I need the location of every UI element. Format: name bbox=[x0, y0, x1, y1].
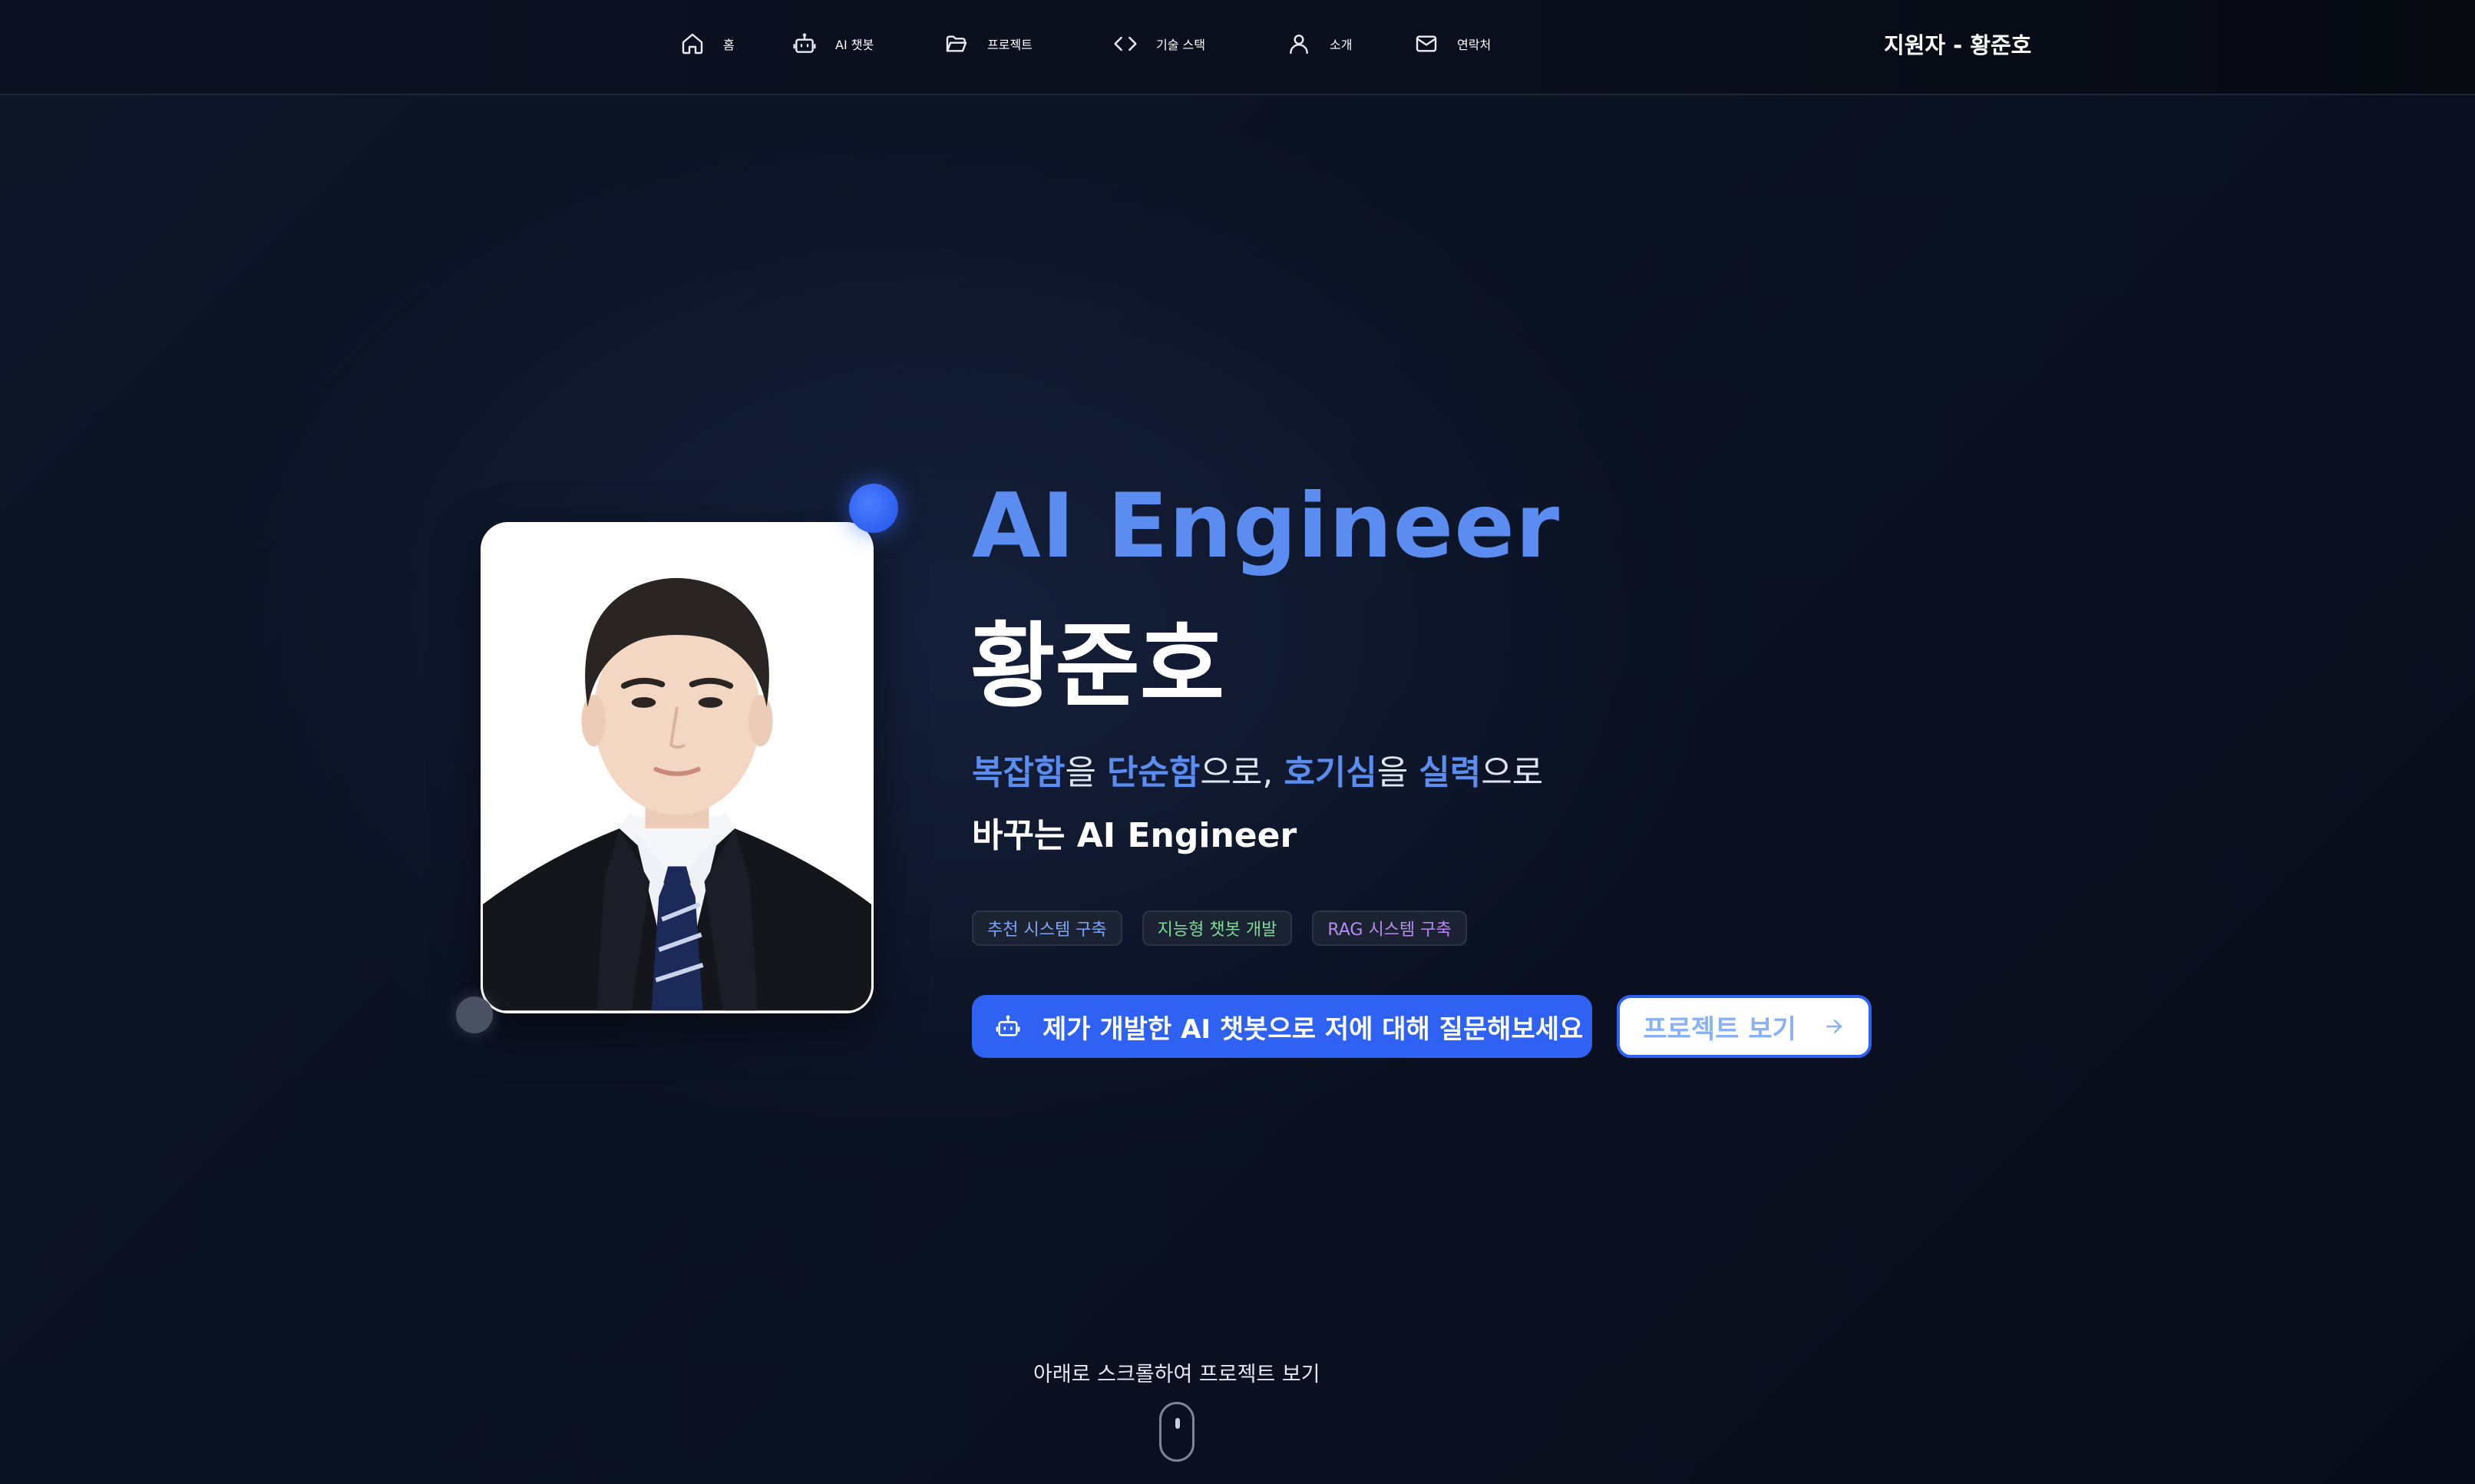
nav-item-tech-stack[interactable]: 기술 스택 bbox=[1113, 28, 1205, 59]
bot-icon bbox=[995, 1013, 1021, 1039]
nav-item-label: 소개 bbox=[1330, 38, 1353, 52]
tagline-segment: 단순함 bbox=[1106, 753, 1201, 792]
nav-item-label: 연락처 bbox=[1457, 38, 1492, 52]
skill-chip: 추천 시스템 구축 bbox=[972, 911, 1122, 946]
hero-name: 황준호 bbox=[970, 613, 1225, 720]
decorative-grey-dot bbox=[456, 996, 493, 1033]
scroll-mouse-icon[interactable] bbox=[1159, 1402, 1195, 1462]
nav-item-projects[interactable]: 프로젝트 bbox=[944, 28, 1033, 59]
view-projects-button-label: 프로젝트 보기 bbox=[1643, 1013, 1796, 1045]
user-icon bbox=[1287, 31, 1311, 56]
folder-open-icon bbox=[944, 31, 969, 56]
decorative-blue-dot bbox=[849, 484, 898, 533]
top-navigation-bar: 홈 AI 챗봇 프로젝트 기술 스택 소개 연락처 지원자 - 황준호 bbox=[0, 0, 2475, 95]
view-projects-button[interactable]: 프로젝트 보기 bbox=[1617, 995, 1872, 1058]
hero-tagline-line1: 복잡함을 단순함으로, 호기심을 실력으로 bbox=[972, 745, 1543, 794]
mouse-wheel bbox=[1175, 1418, 1180, 1429]
tagline-segment: 복잡함 bbox=[972, 753, 1066, 792]
ask-chatbot-button-label: 제가 개발한 AI 챗봇으로 저에 대해 질문해보세요 bbox=[1043, 1013, 1584, 1045]
tagline-segment: 실력 bbox=[1419, 753, 1482, 792]
arrow-right-icon bbox=[1822, 1015, 1846, 1038]
skill-chips: 추천 시스템 구축 지능형 챗봇 개발 RAG 시스템 구축 bbox=[972, 911, 1467, 946]
nav-item-about[interactable]: 소개 bbox=[1287, 28, 1352, 59]
tagline-segment: 을 bbox=[1065, 753, 1107, 792]
skill-chip: 지능형 챗봇 개발 bbox=[1142, 911, 1293, 946]
profile-photo bbox=[481, 522, 874, 1013]
portrait-image bbox=[483, 524, 871, 1011]
hero-title: AI Engineer bbox=[972, 474, 1561, 578]
code-icon bbox=[1113, 31, 1138, 56]
tagline-segment: 으로, bbox=[1200, 753, 1284, 792]
tagline-segment: 을 bbox=[1376, 753, 1419, 792]
nav-item-label: 기술 스택 bbox=[1156, 38, 1205, 52]
nav-item-label: AI 챗봇 bbox=[835, 38, 874, 52]
skill-chip: RAG 시스템 구축 bbox=[1312, 911, 1467, 946]
hero-tagline-line2: 바꾸는 AI Engineer bbox=[972, 816, 1297, 855]
tagline-segment: 으로 bbox=[1481, 753, 1544, 792]
mail-icon bbox=[1414, 31, 1439, 56]
nav-item-ai-chatbot[interactable]: AI 챗봇 bbox=[792, 28, 874, 59]
tagline-segment: 호기심 bbox=[1284, 753, 1377, 792]
nav-item-label: 홈 bbox=[723, 38, 735, 52]
nav-item-home[interactable]: 홈 bbox=[680, 28, 735, 59]
nav-item-contact[interactable]: 연락처 bbox=[1414, 28, 1491, 59]
bot-icon bbox=[792, 31, 817, 56]
ask-chatbot-button[interactable]: 제가 개발한 AI 챗봇으로 저에 대해 질문해보세요 bbox=[972, 995, 1592, 1058]
nav-item-label: 프로젝트 bbox=[987, 38, 1033, 52]
home-icon bbox=[680, 31, 705, 56]
applicant-name: 지원자 - 황준호 bbox=[1884, 32, 2032, 58]
scroll-hint: 아래로 스크롤하여 프로젝트 보기 bbox=[1033, 1363, 1320, 1386]
